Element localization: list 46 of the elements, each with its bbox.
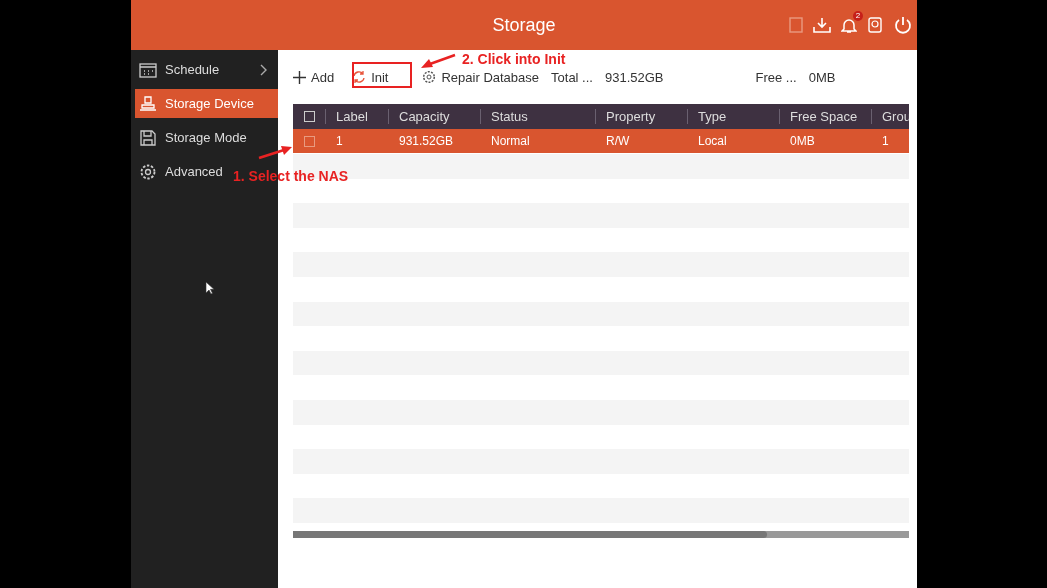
table-cell-text: 931.52GB [398, 134, 455, 148]
row-checkbox[interactable] [303, 135, 315, 147]
bell-icon[interactable] [841, 16, 857, 34]
alarm-count-badge: 2 [853, 10, 863, 21]
table-cell-text: 1 [335, 134, 344, 148]
column-header: Free Space [779, 109, 871, 124]
horizontal-scrollbar[interactable] [293, 530, 909, 538]
total-label: Total ... [551, 69, 593, 85]
annotation-arrow [258, 146, 294, 160]
highlight-frame [352, 62, 412, 88]
sidebar-item[interactable]: Advanced [131, 157, 227, 186]
annotation-text: 2. Click into Init [462, 51, 566, 67]
mouse-cursor-icon [205, 281, 214, 295]
download-icon[interactable] [813, 17, 831, 33]
free-value: 0MB [808, 69, 836, 85]
floppy-icon [139, 129, 157, 146]
select-all-checkbox[interactable] [303, 111, 315, 122]
table-row[interactable]: 1 931.52GB Normal R/W Local 0MB 1 [293, 129, 909, 154]
total-value: 931.52GB [604, 69, 664, 85]
column-header: Type [687, 109, 779, 124]
column-header: Capacity [388, 109, 480, 124]
page-title: Storage [492, 14, 556, 36]
plus-icon [293, 70, 306, 84]
settings-icon [422, 70, 437, 84]
annotation-arrow [420, 53, 456, 69]
toolbar-button[interactable]: Init [352, 65, 389, 89]
column-header: Property [595, 109, 687, 124]
calendar-icon [139, 61, 157, 78]
gear-icon [139, 162, 157, 181]
sidebar-item[interactable]: Schedule [131, 55, 278, 84]
toolbar-button[interactable]: Add [293, 65, 335, 89]
table-cell-text: Local [697, 134, 728, 148]
sidebar-item[interactable]: Storage Device [135, 89, 278, 118]
sidebar-item[interactable]: Storage Mode [131, 123, 251, 152]
table-cell-text: 0MB [789, 134, 816, 148]
device-icon [139, 95, 157, 112]
table-cell-text: 1 [881, 134, 890, 148]
scrollbar-thumb[interactable] [293, 530, 768, 538]
table-cell-text: Normal [490, 134, 531, 148]
column-header: Status [480, 109, 595, 124]
table-cell-text: R/W [605, 134, 631, 148]
free-label: Free ... [755, 69, 797, 85]
toolbar-button[interactable]: Repair Database [422, 65, 540, 89]
column-header: Label [325, 109, 388, 124]
refresh-icon [352, 70, 367, 84]
power-icon[interactable] [893, 15, 913, 35]
